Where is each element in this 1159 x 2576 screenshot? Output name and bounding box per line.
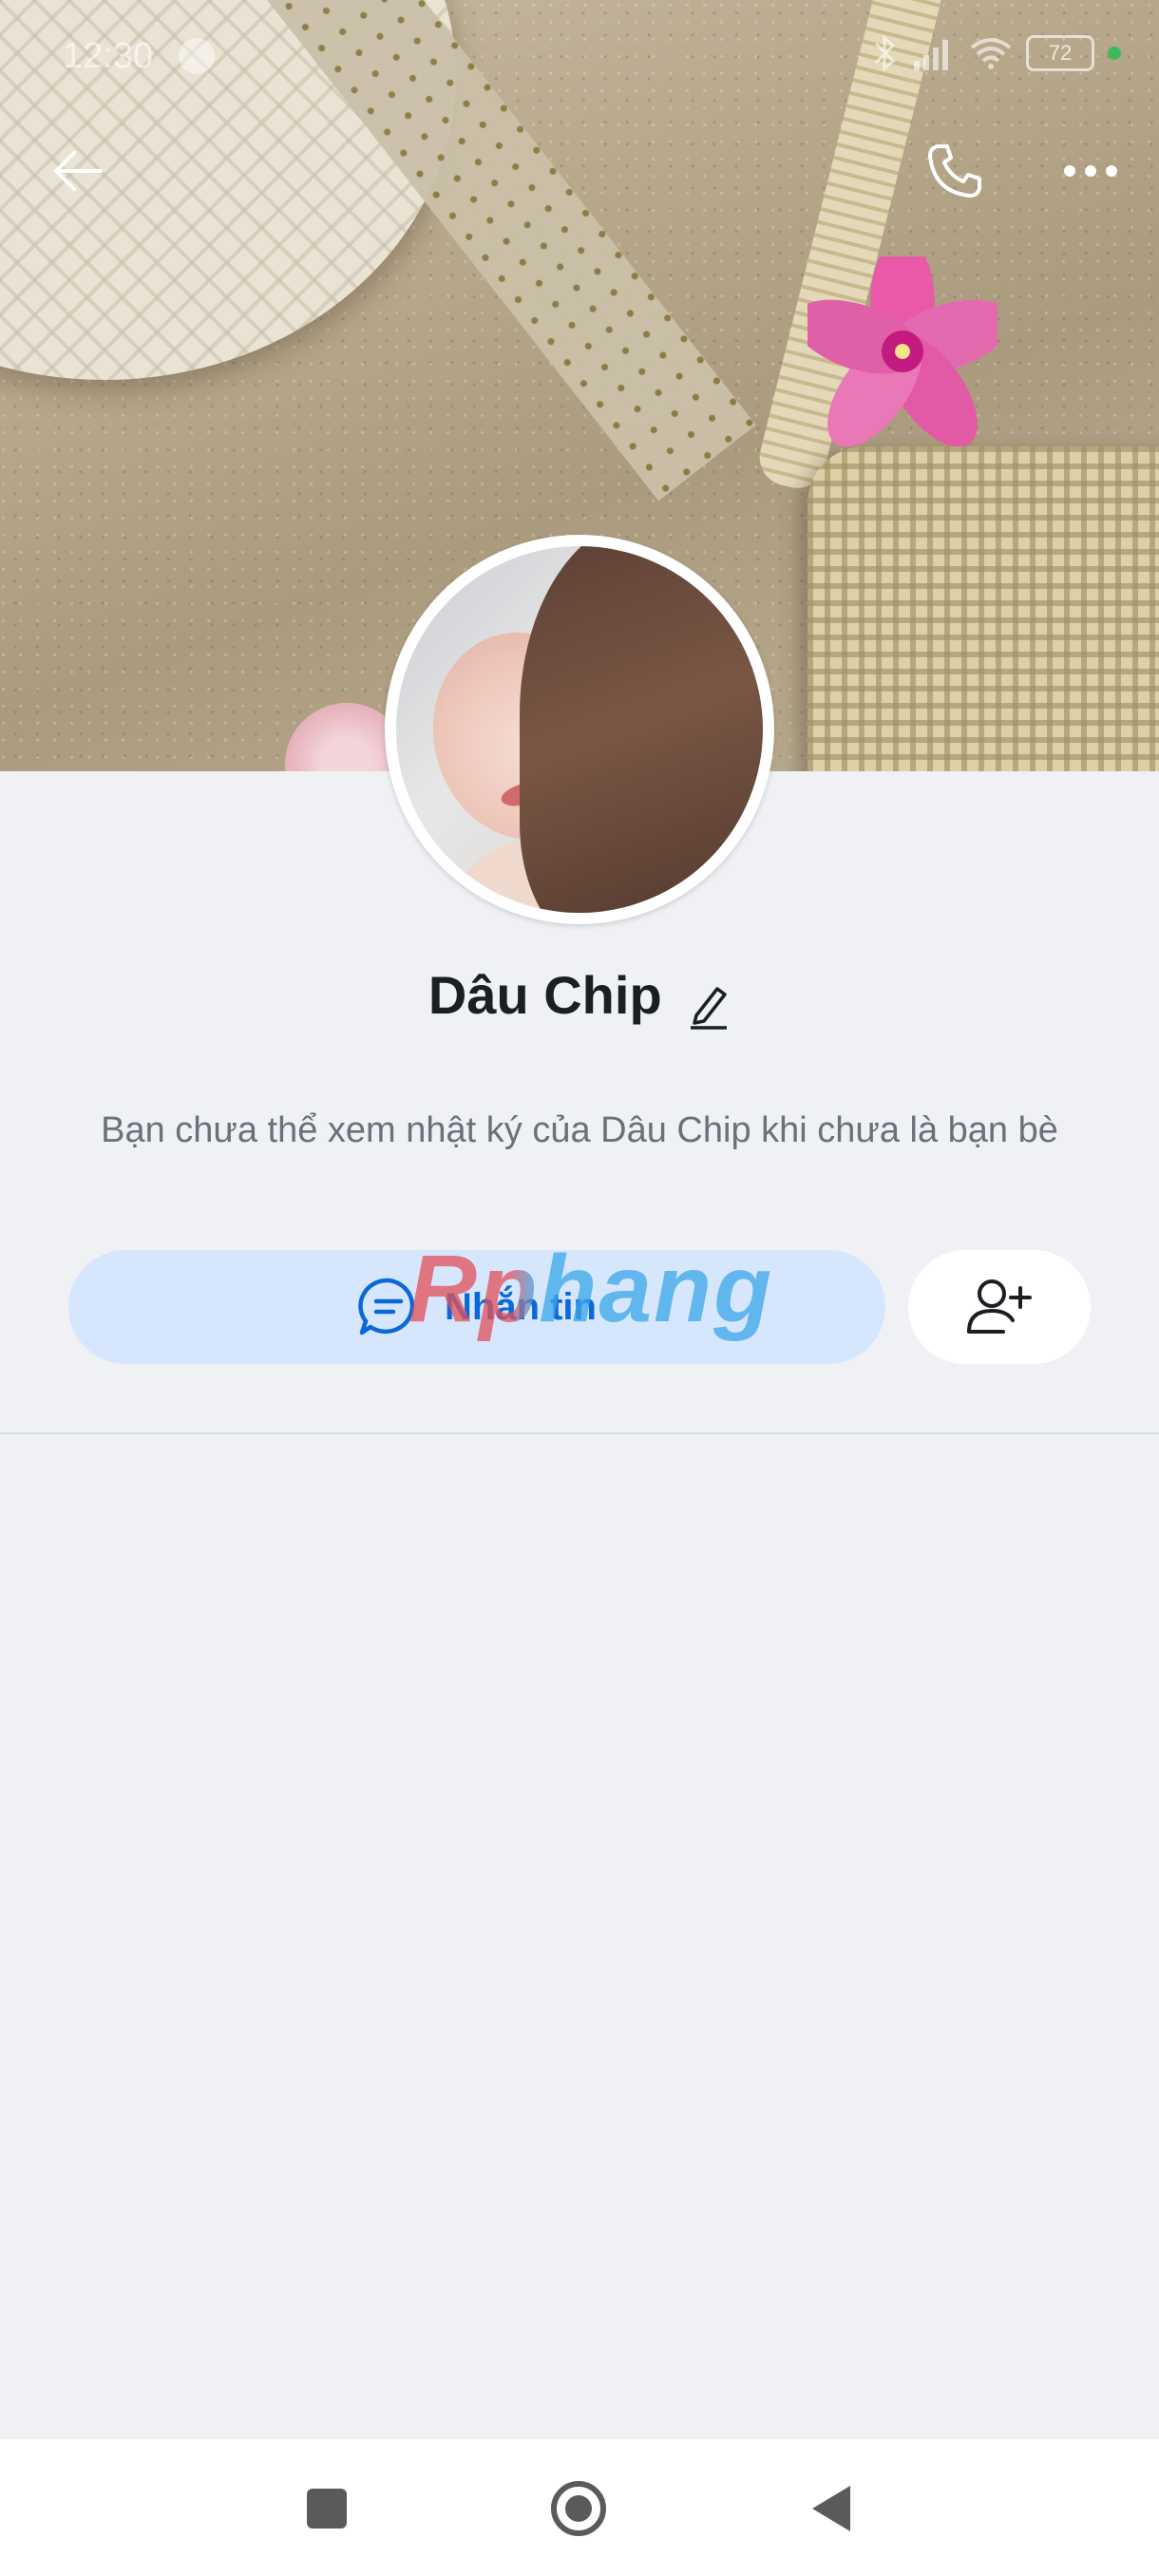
edit-name-button[interactable] (687, 983, 731, 1035)
battery-level: 72 (1048, 41, 1073, 65)
avatar-photo (396, 546, 763, 913)
status-bar: 12:30 72 (0, 0, 1159, 114)
recent-apps-button[interactable] (307, 2489, 347, 2529)
profile-description: Bạn chưa thể xem nhật ký của Dâu Chip kh… (101, 1110, 1058, 1150)
message-button[interactable]: Nhắn tin (68, 1250, 885, 1364)
user-plus-icon (967, 1279, 1032, 1334)
status-icons: 72 (870, 34, 1121, 72)
wifi-icon (970, 38, 1012, 69)
privacy-indicator-icon (1108, 47, 1121, 60)
back-button[interactable] (40, 133, 116, 209)
bluetooth-icon (874, 34, 896, 72)
section-divider (0, 1432, 1159, 1434)
cover-bag (808, 446, 1159, 771)
status-time: 12:30 (63, 36, 154, 76)
more-options-button[interactable] (1053, 133, 1129, 209)
home-button[interactable] (551, 2481, 606, 2536)
message-button-label: Nhắn tin (445, 1285, 597, 1328)
profile-name: Dâu Chip (428, 965, 662, 1025)
battery-icon: 72 (1026, 35, 1094, 71)
signal-icon (914, 40, 948, 70)
chat-bubble-icon (358, 1278, 415, 1335)
profile-name-row: Dâu Chip (0, 964, 1159, 1035)
avatar-hair (520, 546, 763, 913)
call-button[interactable] (917, 133, 993, 209)
cover-flower (808, 256, 998, 446)
more-horizontal-icon (1064, 165, 1117, 177)
pencil-icon (691, 987, 728, 1031)
arrow-left-icon (54, 151, 103, 191)
phone-icon (928, 144, 981, 198)
notification-dot-icon (179, 38, 215, 74)
system-back-button[interactable] (812, 2486, 850, 2531)
add-friend-button[interactable] (908, 1250, 1091, 1364)
profile-avatar[interactable] (385, 535, 774, 924)
